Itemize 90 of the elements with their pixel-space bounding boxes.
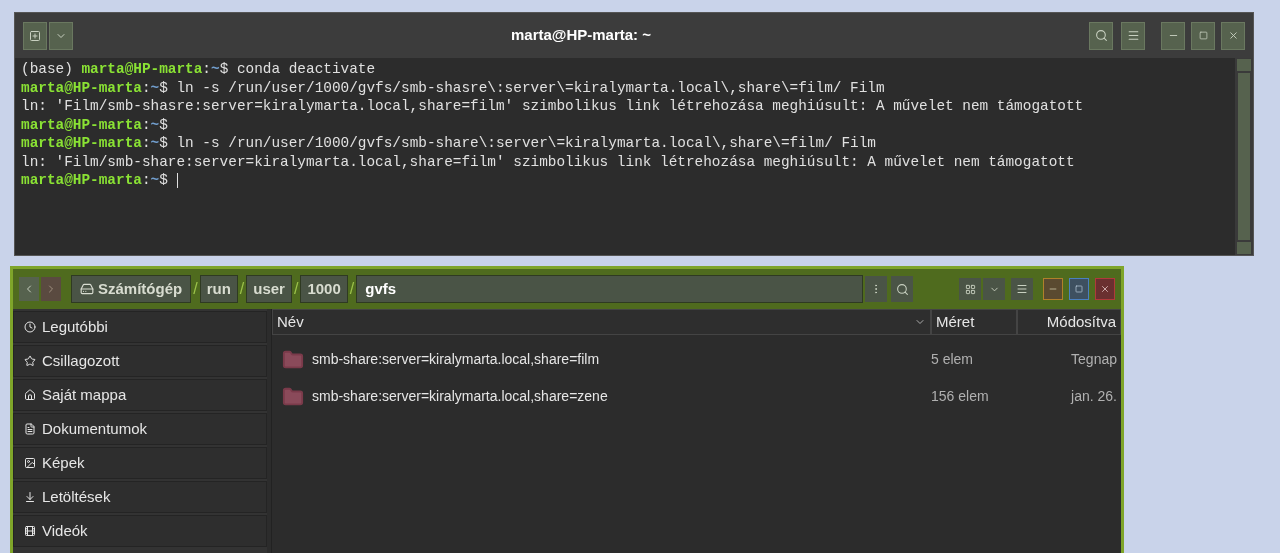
menu-icon [1126, 29, 1140, 42]
prompt-path: ~ [150, 115, 160, 134]
star-icon [24, 355, 36, 367]
search-button[interactable] [1089, 21, 1113, 50]
file-name: smb-share:server=kiralymarta.local,share=film [312, 350, 601, 369]
path-separator: / [292, 279, 300, 299]
prompt-path: ~ [211, 60, 220, 79]
close-button[interactable] [1221, 21, 1245, 50]
terminal-text: (base) [21, 60, 74, 79]
close-icon [1227, 30, 1239, 41]
menu-icon [1016, 283, 1028, 295]
prompt-user: marta@HP-marta [21, 78, 142, 97]
search-icon [895, 282, 909, 296]
prompt-colon: : [202, 60, 211, 79]
prompt-colon: : [141, 134, 151, 153]
image-icon [24, 457, 36, 469]
file-row[interactable]: smb-share:server=kiralymarta.local,share=zene 156 elem jan. 26. [272, 378, 1121, 415]
grid-icon [964, 283, 976, 295]
download-icon [24, 491, 36, 503]
scroll-thumb[interactable] [1238, 73, 1250, 240]
file-row[interactable]: smb-share:server=kiralymarta.local,share=film 5 elem Tegnap [272, 341, 1121, 378]
prompt-path: ~ [150, 134, 160, 153]
search-icon [1094, 29, 1108, 42]
path-separator: / [192, 279, 199, 299]
file-modified: Tegnap [1070, 350, 1118, 369]
path-button[interactable]: 1000 [300, 275, 348, 303]
file-size: 5 elem [931, 350, 975, 369]
prompt-colon: : [141, 171, 151, 190]
prompt-user: marta@HP-marta [21, 171, 142, 190]
minimize-button[interactable] [1161, 21, 1185, 50]
file-size: 156 elem [931, 387, 990, 406]
sidebar-item[interactable]: Saját mappa [13, 379, 267, 411]
home-icon [24, 389, 36, 401]
scrollbar[interactable] [1235, 58, 1253, 255]
path-button[interactable]: Számítógép [71, 275, 192, 303]
sidebar-item[interactable]: Letöltések [13, 481, 267, 513]
prompt-user: marta@HP-marta [21, 134, 142, 153]
window-title: marta@HP-marta: ~ [509, 25, 653, 46]
file-modified: jan. 26. [1069, 387, 1118, 406]
document-icon [24, 423, 36, 435]
terminal-text: $ [159, 115, 168, 134]
column-title: Név [277, 311, 304, 332]
column-header[interactable]: Méret [931, 309, 1017, 335]
text-cursor [176, 173, 178, 188]
maximize-icon [1075, 285, 1083, 293]
file-name: smb-share:server=kiralymarta.local,share=zene [312, 387, 609, 406]
new-tab-button[interactable] [23, 21, 47, 50]
maximize-button[interactable] [1191, 21, 1215, 50]
new-tab-icon [29, 29, 41, 42]
prompt-path: ~ [150, 78, 160, 97]
maximize-icon [1198, 31, 1208, 40]
sidebar-item[interactable]: Képek [13, 447, 267, 479]
path-button[interactable]: user [246, 275, 292, 303]
close-icon [1100, 284, 1110, 294]
search-button[interactable] [891, 276, 913, 302]
sidebar-item[interactable]: Dokumentumok [13, 413, 267, 445]
back-button[interactable] [19, 277, 39, 301]
column-header[interactable]: Név [272, 309, 931, 335]
terminal-text: ln: 'Film/smb-share:server=kiralymarta.local,share=film' szimbolikus link létrehozása meghiúsult: A művelet nem támogatott [21, 152, 1076, 171]
clock-icon [24, 321, 36, 333]
path-button[interactable]: gvfs [356, 275, 863, 303]
prompt-path: ~ [150, 171, 160, 190]
prompt-user: marta@HP-marta [81, 60, 203, 79]
sidebar-item[interactable]: Csillagozott [13, 345, 267, 377]
forward-button[interactable] [41, 277, 61, 301]
column-header[interactable]: Módosítva [1017, 309, 1121, 335]
prompt-colon: : [141, 115, 151, 134]
maximize-button[interactable] [1069, 278, 1089, 300]
close-button[interactable] [1095, 278, 1115, 300]
terminal-text: $ [159, 171, 168, 190]
path-separator: / [238, 279, 246, 299]
terminal-text: $ conda deactivate [219, 60, 376, 79]
path-button[interactable]: run [199, 275, 238, 303]
sidebar-item[interactable]: Videók [13, 515, 267, 547]
terminal-text: $ ln -s /run/user/1000/gvfs/smb-share\:server\=kiralymarta.local\,share\=film/ Film [159, 134, 876, 153]
folder-icon [282, 385, 304, 408]
prompt-colon: : [141, 78, 151, 97]
view-button[interactable] [959, 278, 981, 300]
terminal-text: ln: 'Film/smb-shasre:server=kiralymarta.local,share=film' szimbolikus link létrehozása meghiúsult: A művelet nem támogatott [21, 97, 1085, 116]
minimize-button[interactable] [1043, 278, 1063, 300]
menu-button[interactable] [1121, 21, 1145, 50]
path-separator: / [348, 279, 356, 299]
drive-icon [80, 282, 94, 296]
view-options-button[interactable] [983, 278, 1005, 300]
terminal-text: $ ln -s /run/user/1000/gvfs/smb-shasre\:server\=kiralymarta.local\,share\=film/ Film [159, 78, 885, 97]
prompt-user: marta@HP-marta [21, 115, 142, 134]
folder-icon [282, 348, 304, 371]
film-icon [24, 525, 36, 537]
menu-button[interactable] [1011, 278, 1033, 300]
sidebar-item[interactable]: Legutóbbi [13, 311, 267, 343]
